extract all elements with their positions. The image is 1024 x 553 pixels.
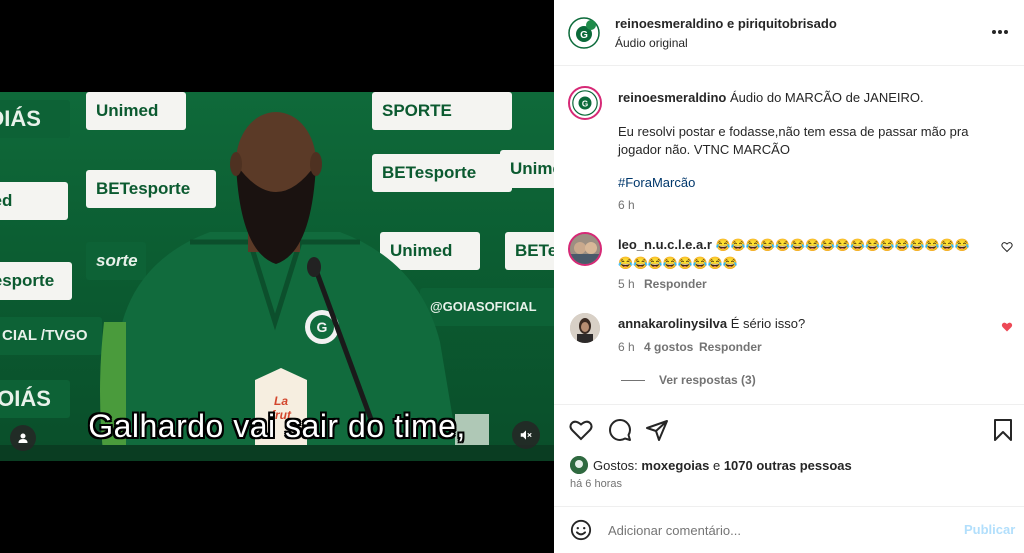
publish-button[interactable]: Publicar xyxy=(964,522,1015,537)
comment-username[interactable]: annakarolinysilva xyxy=(618,316,727,331)
caption-text: Áudio do MARCÃO de JANEIRO. xyxy=(730,90,924,105)
comment-username[interactable]: leo_n.u.c.l.e.a.r xyxy=(618,237,712,252)
svg-text:G: G xyxy=(580,30,588,41)
post-timestamp: há 6 horas xyxy=(570,478,622,490)
comment-emojis: 😂😂😂😂😂😂😂😂😂😂😂😂😂😂😂😂😂 xyxy=(715,238,970,252)
like-comment-button[interactable] xyxy=(1000,240,1014,254)
like-button[interactable] xyxy=(568,417,594,443)
comment-input[interactable] xyxy=(606,519,936,541)
comment-icon xyxy=(609,419,631,441)
commenter-avatar[interactable] xyxy=(570,313,600,343)
more-dots-icon xyxy=(992,30,1008,34)
reply-button[interactable]: Responder xyxy=(644,277,707,291)
svg-text:G: G xyxy=(317,319,328,335)
profile-avatar[interactable]: G xyxy=(568,17,600,49)
share-button[interactable] xyxy=(644,417,670,443)
view-replies-button[interactable]: Ver respostas (3) xyxy=(659,373,756,387)
svg-text:La: La xyxy=(274,394,288,408)
like-comment-button[interactable] xyxy=(1000,320,1014,334)
bookmark-icon xyxy=(994,419,1012,441)
caption-block: reinoesmeraldino Áudio do MARCÃO de JANE… xyxy=(618,89,1008,107)
user-icon xyxy=(18,433,28,443)
send-icon xyxy=(646,420,668,441)
heart-icon xyxy=(569,420,593,441)
avatar-photo-icon xyxy=(570,456,588,474)
caption-avatar[interactable]: G xyxy=(568,86,602,120)
smiley-icon xyxy=(570,519,592,541)
heart-filled-icon xyxy=(1001,322,1013,332)
avatar-photo-icon xyxy=(570,313,600,343)
commenter-avatar[interactable] xyxy=(568,232,602,266)
caption-time: 6 h xyxy=(618,198,635,212)
likes-conjunction: e xyxy=(712,458,721,473)
mute-button[interactable] xyxy=(512,421,540,449)
reply-button[interactable]: Responder xyxy=(699,340,762,354)
post-panel: G reinoesmeraldino e piriquitobrisado Áu… xyxy=(554,0,1024,553)
mute-icon xyxy=(520,430,532,440)
comment-time: 5 h xyxy=(618,277,635,291)
comment-1: leo_n.u.c.l.e.a.r 😂😂😂😂😂😂😂😂😂😂😂😂😂😂😂😂😂 xyxy=(618,236,978,254)
svg-text:G: G xyxy=(582,99,588,108)
liker-username[interactable]: moxegoias xyxy=(641,458,709,473)
comment-2: annakarolinysilva É sério isso? xyxy=(618,315,988,333)
comment-1-emojis-2: 😂😂😂😂😂😂😂😂 xyxy=(618,256,738,270)
original-audio-link[interactable]: Áudio original xyxy=(615,36,688,50)
header-username[interactable]: reinoesmeraldino e piriquitobrisado xyxy=(615,16,837,31)
video-subtitle: Galhardo vai sair do time, xyxy=(88,408,466,444)
avatar-photo-icon xyxy=(570,234,600,264)
club-logo-icon: G xyxy=(572,90,598,116)
media-area: GOIÁS Unimed BETesporte CIAL /TVGO GOIÁS… xyxy=(0,0,554,553)
likes-summary: Gostos: moxegoias e 1070 outras pessoas xyxy=(593,457,852,475)
others-likes-link[interactable]: 1070 outras pessoas xyxy=(724,458,852,473)
likes-count-link[interactable]: 4 gostos xyxy=(644,340,693,354)
replies-divider xyxy=(621,380,645,381)
more-options-button[interactable] xyxy=(986,22,1014,42)
club-logo-icon: G xyxy=(568,17,600,49)
caption-username[interactable]: reinoesmeraldino xyxy=(618,90,726,105)
comment-text: É sério isso? xyxy=(730,316,806,331)
comment-button[interactable] xyxy=(607,417,633,443)
user-tag-button[interactable] xyxy=(10,425,36,451)
speaker-image: G La frut xyxy=(0,112,554,461)
heart-outline-icon xyxy=(1001,242,1013,253)
video-player[interactable]: GOIÁS Unimed BETesporte CIAL /TVGO GOIÁS… xyxy=(0,92,554,461)
liker-avatar[interactable] xyxy=(570,456,588,474)
add-comment-bar: Publicar xyxy=(554,506,1024,553)
caption-body: Eu resolvi postar e fodasse,não tem essa… xyxy=(618,124,969,157)
comment-time: 6 h xyxy=(618,340,635,354)
emoji-button[interactable] xyxy=(568,517,594,543)
save-button[interactable] xyxy=(990,417,1016,443)
hashtag-link[interactable]: #ForaMarcão xyxy=(618,174,695,192)
action-bar xyxy=(554,404,1024,454)
likes-prefix: Gostos: xyxy=(593,458,638,473)
post-header: G reinoesmeraldino e piriquitobrisado Áu… xyxy=(554,0,1024,66)
